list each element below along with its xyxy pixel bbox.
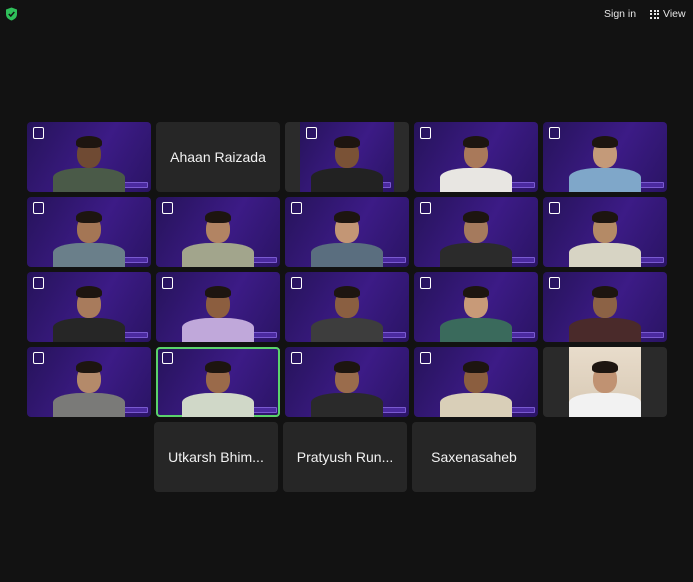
backdrop-badge [124,407,148,413]
participant-name-tile[interactable]: Ahaan Raizada [156,122,280,192]
participant-figure [180,205,256,267]
participant-video-tile[interactable] [285,197,409,267]
participant-figure [438,355,514,417]
backdrop-badge [511,407,535,413]
backdrop-badge [382,332,406,338]
participant-video-tile[interactable] [27,197,151,267]
participant-video-tile[interactable] [27,272,151,342]
backdrop-badge [382,407,406,413]
backdrop-logo-icon [420,277,431,289]
backdrop-logo-icon [33,277,44,289]
participant-name-tile[interactable]: Pratyush Run... [283,422,407,492]
backdrop-badge [124,332,148,338]
participant-figure [567,130,643,192]
sign-in-button[interactable]: Sign in [604,8,636,20]
participant-video-tile[interactable] [27,122,151,192]
participant-figure [309,355,385,417]
participant-figure [438,205,514,267]
gallery-grid-icon [650,9,659,19]
backdrop-logo-icon [33,202,44,214]
backdrop-badge [253,257,277,263]
participant-figure [567,205,643,267]
participant-name-tile[interactable]: Saxenasaheb [412,422,536,492]
backdrop-logo-icon [33,352,44,364]
backdrop-badge [124,257,148,263]
participant-video-tile[interactable] [156,347,280,417]
participant-figure [51,280,127,342]
participant-video-tile[interactable] [156,197,280,267]
participant-video-tile[interactable] [414,122,538,192]
backdrop-logo-icon [162,202,173,214]
backdrop-logo-icon [549,202,560,214]
participant-figure [309,130,385,192]
participant-figure [51,130,127,192]
view-button[interactable]: View [650,7,686,21]
participant-name: Saxenasaheb [431,449,517,465]
participant-video-tile[interactable] [414,272,538,342]
backdrop-badge [511,257,535,263]
participant-video-tile[interactable] [414,347,538,417]
backdrop-logo-icon [291,202,302,214]
backdrop-badge [511,182,535,188]
backdrop-badge [640,257,664,263]
participant-figure [567,280,643,342]
participant-video-tile[interactable] [543,122,667,192]
participant-video-tile[interactable] [285,122,409,192]
participant-figure [567,355,643,417]
participant-photo [569,347,641,417]
backdrop-badge [253,332,277,338]
participant-video-tile[interactable] [156,272,280,342]
top-bar: Sign in View [0,0,693,28]
participant-figure [180,280,256,342]
participant-name: Ahaan Raizada [170,149,266,165]
participant-figure [180,355,256,417]
participant-video-tile[interactable] [543,272,667,342]
backdrop-logo-icon [33,127,44,139]
participant-figure [438,130,514,192]
backdrop-logo-icon [420,202,431,214]
backdrop-badge [382,257,406,263]
participant-figure [51,205,127,267]
backdrop-badge [124,182,148,188]
participant-video-tile[interactable] [543,197,667,267]
backdrop-badge [640,182,664,188]
backdrop-badge [253,407,277,413]
participant-video-tile[interactable] [543,347,667,417]
participant-video-tile[interactable] [414,197,538,267]
participant-figure [51,355,127,417]
participant-figure [309,205,385,267]
backdrop-logo-icon [420,352,431,364]
participant-figure [438,280,514,342]
participant-name: Utkarsh Bhim... [168,449,264,465]
backdrop-logo-icon [162,277,173,289]
backdrop-logo-icon [162,352,173,364]
participant-name: Pratyush Run... [296,449,394,465]
participant-video-tile[interactable] [27,347,151,417]
backdrop-logo-icon [549,277,560,289]
backdrop-logo-icon [291,352,302,364]
security-shield-icon[interactable] [5,7,18,21]
participant-name-tile[interactable]: Utkarsh Bhim... [154,422,278,492]
backdrop-logo-icon [420,127,431,139]
backdrop-badge [640,332,664,338]
backdrop-logo-icon [291,277,302,289]
view-label: View [663,8,686,20]
backdrop-badge [511,332,535,338]
participant-video-tile[interactable] [285,272,409,342]
backdrop-logo-icon [549,127,560,139]
participant-figure [309,280,385,342]
participant-video-tile[interactable] [285,347,409,417]
